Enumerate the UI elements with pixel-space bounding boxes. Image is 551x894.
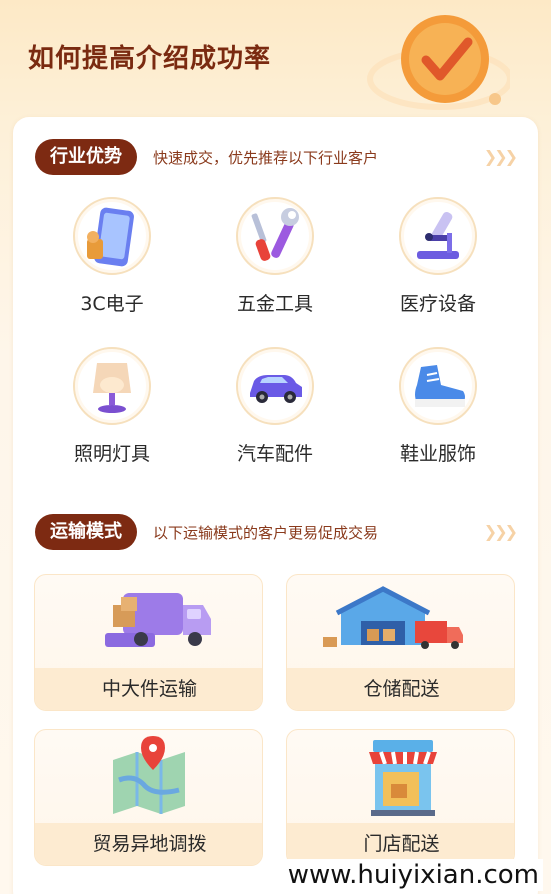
content-card: 行业优势 快速成交，优先推荐以下行业客户 ❯❯❯ 3C电子 五金工具 医疗设备 … (13, 117, 538, 894)
lamp-icon (93, 363, 131, 413)
industry-section-header: 行业优势 快速成交，优先推荐以下行业客户 ❯❯❯ (35, 139, 518, 175)
check-badge-icon (367, 15, 510, 110)
industry-icon-circle (73, 197, 151, 275)
transport-item-store[interactable]: 门店配送 (286, 729, 515, 866)
transport-label: 贸易异地调拨 (35, 823, 262, 865)
industry-item-3c[interactable]: 3C电子 (42, 197, 182, 337)
industry-label: 照明灯具 (73, 443, 150, 465)
industry-icon-circle (399, 197, 477, 275)
industry-label: 鞋业服饰 (399, 443, 476, 465)
chevrons-icon: ❯❯❯ (483, 147, 518, 166)
tools-icon (251, 208, 299, 261)
transport-section-desc: 以下运输模式的客户更易促成交易 (153, 524, 379, 542)
industry-label: 3C电子 (80, 293, 144, 315)
chevrons-icon: ❯❯❯ (483, 522, 518, 541)
page-header: 如何提高介绍成功率 (0, 0, 551, 125)
industry-icon-circle (236, 197, 314, 275)
industry-icon-circle (73, 347, 151, 425)
map-icon (113, 736, 185, 814)
industry-item-footwear[interactable]: 鞋业服饰 (368, 347, 508, 487)
phone-icon (87, 207, 134, 267)
transport-label: 仓储配送 (287, 668, 514, 710)
truck-icon (105, 593, 211, 647)
transport-label: 中大件运输 (35, 668, 262, 710)
transport-item-large-freight[interactable]: 中大件运输 (34, 574, 263, 711)
page-title: 如何提高介绍成功率 (28, 44, 272, 74)
industry-section-desc: 快速成交，优先推荐以下行业客户 (153, 149, 379, 167)
transport-section-header: 运输模式 以下运输模式的客户更易促成交易 ❯❯❯ (35, 514, 518, 550)
industry-item-medical[interactable]: 医疗设备 (368, 197, 508, 337)
transport-section-title: 运输模式 (35, 514, 137, 550)
transport-item-transfer[interactable]: 贸易异地调拨 (34, 729, 263, 866)
microscope-icon (417, 211, 459, 259)
warehouse-icon (323, 586, 463, 649)
industry-label: 医疗设备 (399, 293, 476, 315)
industry-section-title: 行业优势 (35, 139, 137, 175)
store-icon (369, 740, 437, 816)
industry-label: 五金工具 (236, 293, 313, 315)
industry-icon-circle (236, 347, 314, 425)
sneaker-icon (415, 365, 465, 407)
industry-item-auto-parts[interactable]: 汽车配件 (205, 347, 345, 487)
transport-item-warehouse[interactable]: 仓储配送 (286, 574, 515, 711)
industry-item-hardware[interactable]: 五金工具 (205, 197, 345, 337)
car-icon (250, 375, 302, 403)
industry-item-lighting[interactable]: 照明灯具 (42, 347, 182, 487)
industry-label: 汽车配件 (236, 443, 313, 465)
industry-icon-circle (399, 347, 477, 425)
watermark: www.huiyixian.com (283, 859, 543, 891)
